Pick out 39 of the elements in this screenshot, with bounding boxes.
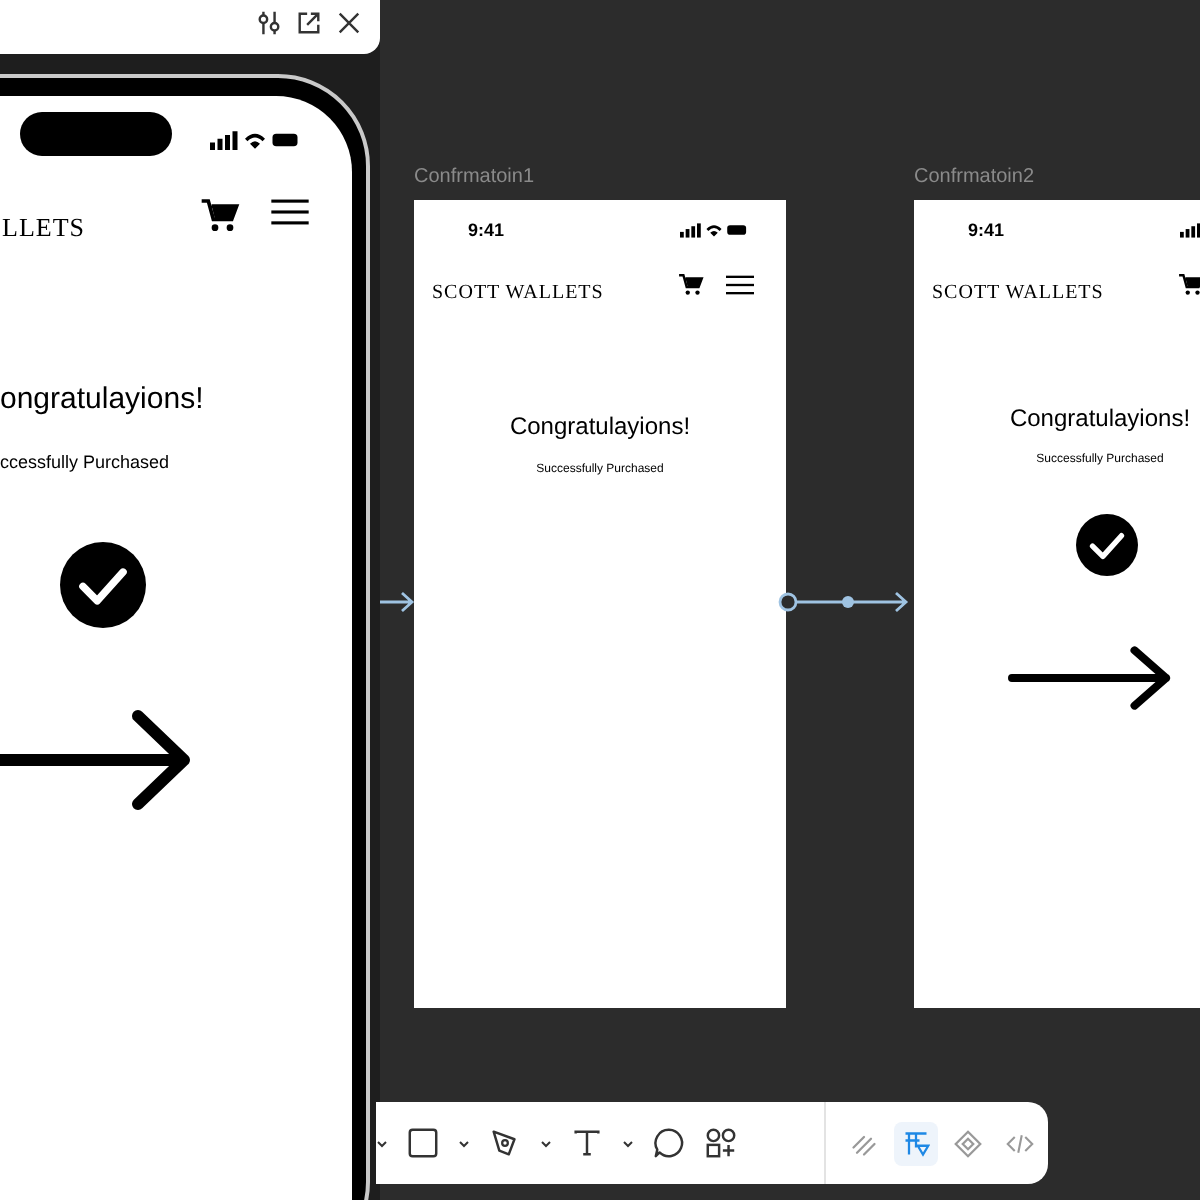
sliders-icon[interactable]: [256, 10, 282, 36]
check-icon: [60, 542, 146, 628]
status-time: 9:41: [468, 220, 505, 240]
diamond-icon: [954, 1129, 982, 1157]
brand-logo: SCOTT WALLETS: [932, 282, 1104, 304]
check-icon: [1076, 514, 1138, 576]
close-icon[interactable]: [336, 10, 362, 36]
subtitle: ccessfully Purchased: [0, 452, 170, 472]
menu-icon[interactable]: [726, 274, 754, 296]
caret-icon[interactable]: [540, 1139, 552, 1147]
pen-tool-icon[interactable]: [488, 1126, 522, 1160]
code-icon: [1006, 1129, 1034, 1157]
cart-icon[interactable]: [1178, 272, 1200, 298]
frame-title[interactable]: Confrmatoin2: [914, 166, 1035, 188]
status-time: 9:41: [968, 220, 1005, 240]
connector-arrow[interactable]: [778, 590, 910, 614]
menu-icon[interactable]: [270, 198, 310, 226]
status-icons: [680, 222, 748, 238]
mode-button[interactable]: [894, 1121, 938, 1165]
components-icon[interactable]: [704, 1126, 738, 1160]
brand-logo: LLETS: [2, 212, 85, 244]
heading: Congratulayions!: [1007, 404, 1193, 432]
rectangle-tool-icon[interactable]: [406, 1126, 440, 1160]
status-icons: [208, 130, 302, 150]
text-tool-icon[interactable]: [570, 1126, 604, 1160]
heading: Congratulayions!: [507, 412, 693, 440]
frame-title[interactable]: Confrmatoin1: [414, 166, 535, 188]
caret-icon[interactable]: [458, 1139, 470, 1147]
open-external-icon[interactable]: [296, 10, 322, 36]
arrow-icon[interactable]: [1008, 644, 1174, 712]
connector-arrow[interactable]: [376, 590, 416, 614]
heading: ongratulayions!: [0, 382, 204, 416]
cart-icon[interactable]: [200, 196, 240, 236]
caret-icon[interactable]: [622, 1139, 634, 1147]
comment-tool-icon[interactable]: [652, 1126, 686, 1160]
frame-icon: [902, 1129, 930, 1157]
cart-icon[interactable]: [678, 272, 704, 298]
brand-logo: SCOTT WALLETS: [432, 282, 604, 304]
caret-icon[interactable]: [376, 1139, 388, 1147]
